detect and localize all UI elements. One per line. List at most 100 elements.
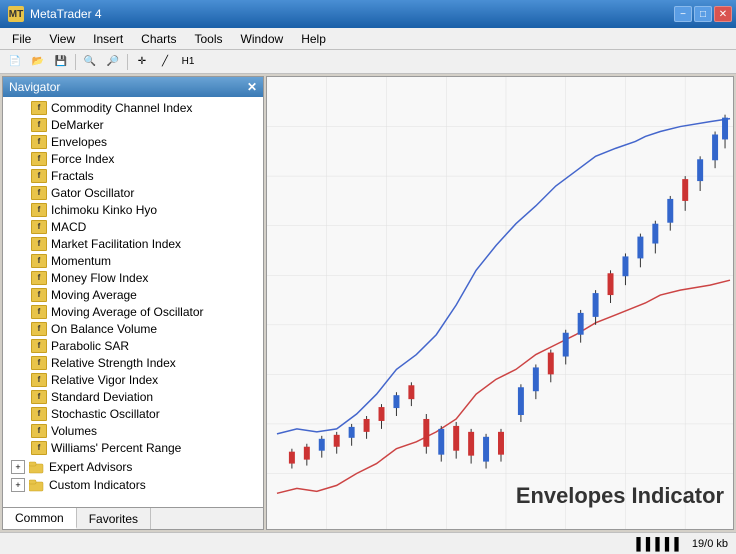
indicator-icon: f (31, 203, 47, 217)
minimize-button[interactable]: − (674, 6, 692, 22)
indicator-item-stddev[interactable]: f Standard Deviation (3, 388, 263, 405)
indicator-label: Commodity Channel Index (51, 101, 192, 115)
toolbar-zoom-out[interactable]: 🔎 (102, 52, 124, 72)
menu-help[interactable]: Help (293, 30, 334, 48)
indicator-label: Gator Oscillator (51, 186, 134, 200)
navigator-body: f Commodity Channel Index f DeMarker f E… (3, 97, 263, 529)
indicator-item-rvi[interactable]: f Relative Vigor Index (3, 371, 263, 388)
main-layout: Navigator ✕ f Commodity Channel Index f … (0, 74, 736, 532)
indicator-icon: f (31, 441, 47, 455)
indicator-item-obv[interactable]: f On Balance Volume (3, 320, 263, 337)
toolbar-new[interactable]: 📄 (4, 52, 26, 72)
indicator-label: Stochastic Oscillator (51, 407, 160, 421)
expert-advisors-section[interactable]: + Expert Advisors (3, 458, 263, 476)
indicator-icon: f (31, 254, 47, 268)
indicator-icon: f (31, 407, 47, 421)
custom-indicators-section[interactable]: + Custom Indicators (3, 476, 263, 494)
navigator-header: Navigator ✕ (3, 77, 263, 97)
indicator-item-rsi[interactable]: f Relative Strength Index (3, 354, 263, 371)
app-icon: MT (8, 6, 24, 22)
folder-icon (29, 478, 45, 492)
menu-view[interactable]: View (41, 30, 83, 48)
indicator-icon: f (31, 271, 47, 285)
indicator-label: Ichimoku Kinko Hyo (51, 203, 157, 217)
toolbar-period[interactable]: H1 (177, 52, 199, 72)
indicator-label: Moving Average (51, 288, 137, 302)
close-button[interactable]: ✕ (714, 6, 732, 22)
toolbar-crosshair[interactable]: ✛ (131, 52, 153, 72)
maximize-button[interactable]: □ (694, 6, 712, 22)
indicator-item-gator[interactable]: f Gator Oscillator (3, 184, 263, 201)
title-bar-left: MT MetaTrader 4 (8, 6, 102, 22)
indicator-label: Parabolic SAR (51, 339, 129, 353)
indicator-label: Moving Average of Oscillator (51, 305, 204, 319)
indicator-item-mfi-market[interactable]: f Market Facilitation Index (3, 235, 263, 252)
indicator-icon: f (31, 390, 47, 404)
indicator-icon: f (31, 356, 47, 370)
folder-icon (29, 460, 45, 474)
indicator-item-sar[interactable]: f Parabolic SAR (3, 337, 263, 354)
navigator-close-button[interactable]: ✕ (247, 80, 257, 94)
navigator-title: Navigator (9, 80, 60, 94)
indicator-icon: f (31, 152, 47, 166)
toolbar: 📄 📂 💾 🔍 🔎 ✛ ╱ H1 (0, 50, 736, 74)
tab-favorites-label: Favorites (89, 512, 138, 526)
indicator-label: Money Flow Index (51, 271, 148, 285)
menu-tools[interactable]: Tools (187, 30, 231, 48)
indicator-item-momentum[interactable]: f Momentum (3, 252, 263, 269)
status-chart-icon: ▌▌▌▌▌ (636, 537, 684, 551)
navigator-scroll[interactable]: f Commodity Channel Index f DeMarker f E… (3, 97, 263, 507)
title-bar-controls: − □ ✕ (674, 6, 732, 22)
indicator-label: Standard Deviation (51, 390, 153, 404)
menu-charts[interactable]: Charts (133, 30, 184, 48)
menu-file[interactable]: File (4, 30, 39, 48)
indicator-item-volumes[interactable]: f Volumes (3, 422, 263, 439)
indicator-item-ma[interactable]: f Moving Average (3, 286, 263, 303)
indicator-icon: f (31, 288, 47, 302)
indicator-item-force[interactable]: f Force Index (3, 150, 263, 167)
indicator-item-demarker[interactable]: f DeMarker (3, 116, 263, 133)
indicator-icon: f (31, 322, 47, 336)
status-size: 19/0 kb (692, 538, 728, 550)
indicator-icon: f (31, 237, 47, 251)
indicator-icon: f (31, 220, 47, 234)
indicator-label: Williams' Percent Range (51, 441, 181, 455)
indicator-item-stoch[interactable]: f Stochastic Oscillator (3, 405, 263, 422)
navigator-panel: Navigator ✕ f Commodity Channel Index f … (2, 76, 264, 530)
indicator-item-cci[interactable]: f Commodity Channel Index (3, 99, 263, 116)
menu-bar: File View Insert Charts Tools Window Hel… (0, 28, 736, 50)
indicator-label: MACD (51, 220, 86, 234)
tab-common[interactable]: Common (3, 508, 77, 529)
indicator-label: Momentum (51, 254, 111, 268)
indicator-item-maosci[interactable]: f Moving Average of Oscillator (3, 303, 263, 320)
indicator-label: Fractals (51, 169, 94, 183)
toolbar-zoom-in[interactable]: 🔍 (79, 52, 101, 72)
tab-favorites[interactable]: Favorites (77, 508, 151, 529)
menu-window[interactable]: Window (233, 30, 292, 48)
title-bar: MT MetaTrader 4 − □ ✕ (0, 0, 736, 28)
svg-text:Envelopes Indicator: Envelopes Indicator (516, 483, 725, 508)
indicator-item-fractals[interactable]: f Fractals (3, 167, 263, 184)
toolbar-separator-1 (75, 54, 76, 70)
indicator-icon: f (31, 424, 47, 438)
indicator-item-envelopes[interactable]: f Envelopes (3, 133, 263, 150)
toolbar-open[interactable]: 📂 (27, 52, 49, 72)
indicator-item-ichimoku[interactable]: f Ichimoku Kinko Hyo (3, 201, 263, 218)
expert-advisors-label: Expert Advisors (49, 460, 132, 474)
chart-area: Envelopes Indicator (266, 76, 734, 530)
status-bar: ▌▌▌▌▌ 19/0 kb (0, 532, 736, 554)
indicator-label: On Balance Volume (51, 322, 157, 336)
toolbar-save[interactable]: 💾 (50, 52, 72, 72)
expand-icon: + (11, 478, 25, 492)
indicator-icon: f (31, 169, 47, 183)
toolbar-line[interactable]: ╱ (154, 52, 176, 72)
expand-icon: + (11, 460, 25, 474)
indicator-label: Volumes (51, 424, 97, 438)
indicator-item-macd[interactable]: f MACD (3, 218, 263, 235)
indicator-icon: f (31, 373, 47, 387)
indicator-item-williams[interactable]: f Williams' Percent Range (3, 439, 263, 456)
navigator-tabs: Common Favorites (3, 507, 263, 529)
menu-insert[interactable]: Insert (85, 30, 131, 48)
indicator-label: DeMarker (51, 118, 104, 132)
indicator-item-mfi[interactable]: f Money Flow Index (3, 269, 263, 286)
